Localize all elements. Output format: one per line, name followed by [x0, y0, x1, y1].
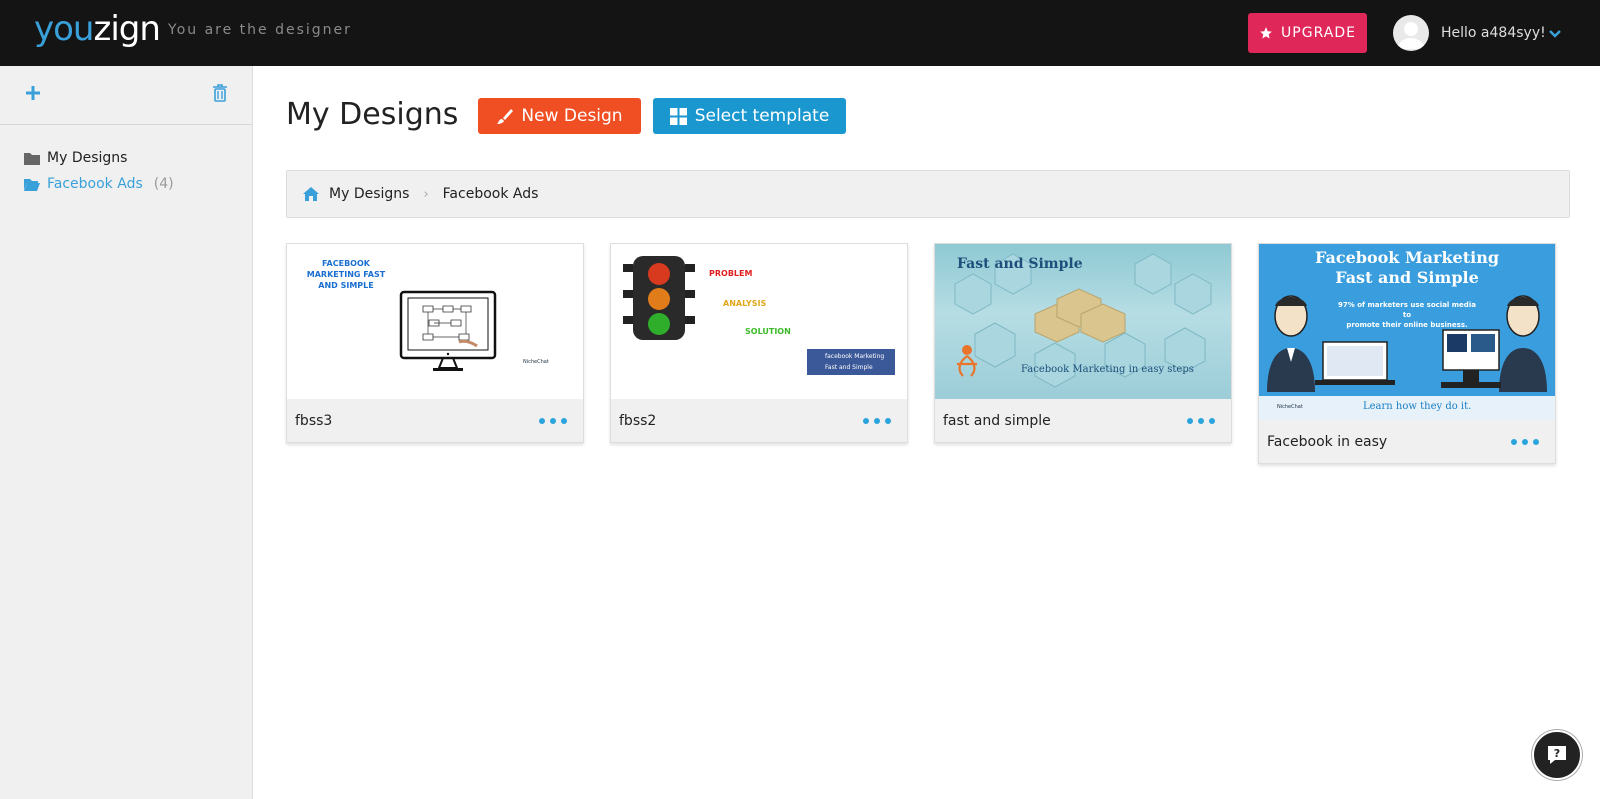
design-name[interactable]: fbss2 — [619, 413, 656, 429]
brush-icon — [497, 108, 514, 124]
thumb-line: MARKETING FAST — [306, 270, 386, 279]
card-footer: fbss2 — [611, 399, 907, 442]
svg-text:?: ? — [1554, 747, 1560, 760]
avatar[interactable] — [1393, 15, 1429, 51]
design-name[interactable]: Facebook in easy — [1267, 434, 1387, 450]
thumb-line: PROBLEM — [709, 269, 753, 278]
thumb-line: facebook Marketing — [825, 353, 885, 360]
more-options-icon[interactable] — [539, 417, 567, 424]
design-name[interactable]: fbss3 — [295, 413, 332, 429]
thumb-brand: NicheChat — [523, 359, 549, 365]
page-title: My Designs — [286, 97, 459, 132]
chevron-down-icon[interactable] — [1548, 27, 1562, 41]
breadcrumb: My Designs › Facebook Ads — [286, 170, 1570, 218]
thumb-line: AND SIMPLE — [318, 281, 374, 290]
design-thumbnail[interactable]: PROBLEM ANALYSIS SOLUTION facebook Marke… — [611, 244, 907, 399]
design-thumbnail[interactable]: Fast and Simple Facebook Marketing in ea… — [935, 244, 1231, 399]
logo-zign: zign — [93, 9, 160, 49]
design-card[interactable]: PROBLEM ANALYSIS SOLUTION facebook Marke… — [610, 243, 908, 443]
folder-label: Facebook Ads — [47, 176, 143, 192]
logo[interactable]: youzign — [34, 9, 161, 49]
select-template-label: Select template — [694, 106, 830, 126]
thumb-line: Facebook Marketing — [1314, 248, 1500, 267]
thumb-line: Facebook Marketing in easy steps — [1021, 364, 1194, 375]
tagline: You are the designer — [168, 22, 352, 38]
thumb-line: Learn how they do it. — [1363, 401, 1472, 412]
upgrade-button[interactable]: UPGRADE — [1248, 13, 1367, 53]
people-illustration — [1267, 295, 1547, 392]
thumb-brand: NicheChat — [1277, 404, 1303, 410]
more-options-icon[interactable] — [1187, 417, 1215, 424]
more-options-icon[interactable] — [863, 417, 891, 424]
card-footer: fast and simple — [935, 399, 1231, 442]
thumb-line: FACEBOOK — [322, 259, 370, 268]
more-options-icon[interactable] — [1511, 438, 1539, 445]
design-card[interactable]: Fast and Simple Facebook Marketing in ea… — [934, 243, 1232, 443]
folder-tree: My Designs Facebook Ads (4) — [0, 125, 252, 197]
help-icon: ? — [1548, 746, 1566, 764]
folder-count: (4) — [153, 176, 174, 192]
add-folder-icon[interactable] — [24, 84, 42, 102]
card-footer: fbss3 — [287, 399, 583, 442]
design-thumbnail[interactable]: FACEBOOK MARKETING FAST AND SIMPLE Niche… — [287, 244, 583, 399]
design-thumbnail[interactable]: Facebook Marketing Fast and Simple 97% o… — [1259, 244, 1555, 420]
sidebar: My Designs Facebook Ads (4) — [0, 66, 253, 799]
user-icon — [1397, 22, 1425, 49]
thumb-title: FACEBOOK MARKETING FAST AND SIMPLE — [299, 258, 393, 291]
thumb-line: ANALYSIS — [723, 299, 767, 308]
grid-icon — [669, 107, 687, 125]
upgrade-label: UPGRADE — [1281, 25, 1356, 41]
monitor-illustration — [399, 290, 497, 371]
trash-icon[interactable] — [212, 84, 228, 102]
sidebar-item-my-designs[interactable]: My Designs — [24, 145, 252, 171]
user-greeting[interactable]: Hello a484syy! — [1441, 25, 1546, 41]
thumb-title: Fast and Simple — [957, 256, 1083, 272]
breadcrumb-separator-icon: › — [423, 186, 429, 202]
new-design-label: New Design — [521, 106, 623, 126]
sidebar-toolbar — [0, 66, 252, 125]
logo-you: you — [34, 9, 94, 49]
breadcrumb-item-my-designs[interactable]: My Designs — [329, 186, 409, 202]
star-icon — [1260, 27, 1272, 39]
traffic-light-illustration — [623, 256, 695, 340]
sidebar-item-facebook-ads[interactable]: Facebook Ads (4) — [24, 171, 252, 197]
folder-open-icon — [24, 179, 40, 191]
help-chat-button[interactable]: ? — [1532, 730, 1582, 780]
select-template-button[interactable]: Select template — [653, 98, 846, 134]
folder-label: My Designs — [47, 150, 128, 166]
thumb-line: SOLUTION — [745, 327, 791, 336]
design-card[interactable]: Facebook Marketing Fast and Simple 97% o… — [1258, 243, 1556, 464]
card-footer: Facebook in easy — [1259, 420, 1555, 463]
thumb-line: Fast and Simple — [825, 364, 873, 371]
home-icon[interactable] — [303, 187, 319, 201]
thumb-footer: NicheChat Learn how they do it. — [1259, 396, 1555, 420]
design-card[interactable]: FACEBOOK MARKETING FAST AND SIMPLE Niche… — [286, 243, 584, 443]
design-name[interactable]: fast and simple — [943, 413, 1051, 429]
top-bar: youzign You are the designer UPGRADE Hel… — [0, 0, 1600, 66]
breadcrumb-item-facebook-ads: Facebook Ads — [442, 186, 539, 202]
thumb-badge: facebook Marketing Fast and Simple — [807, 349, 895, 375]
folder-icon — [24, 153, 40, 165]
new-design-button[interactable]: New Design — [478, 98, 641, 134]
